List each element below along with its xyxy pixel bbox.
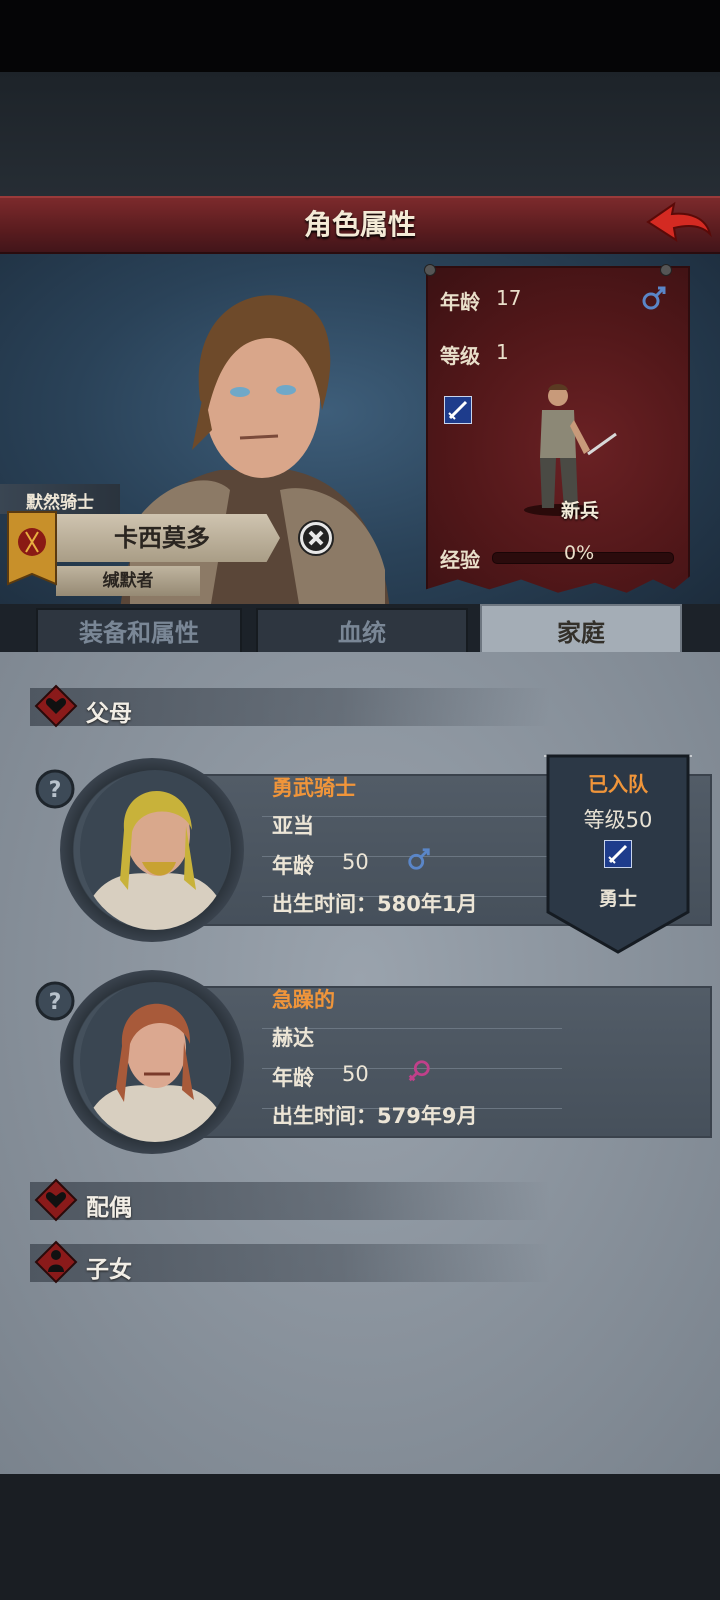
parents-label: 父母 <box>86 701 132 727</box>
mother-trait: 急躁的 <box>272 988 335 1012</box>
dismiss-button[interactable] <box>296 518 336 558</box>
mother-birth: 出生时间：579年9月 <box>272 1104 478 1128</box>
joined-class: 勇士 <box>598 888 637 910</box>
age-value: 17 <box>496 286 522 310</box>
father-age: 50 <box>342 850 369 874</box>
heart-icon <box>34 1178 78 1222</box>
father-name: 亚当 <box>272 814 314 838</box>
father-trait: 勇武骑士 <box>272 776 356 800</box>
faction-banner-icon <box>7 511 57 586</box>
level-value: 1 <box>496 340 509 364</box>
exp-label: 经验 <box>440 548 480 572</box>
character-title: 缄默者 <box>102 571 154 591</box>
spouse-label: 配偶 <box>86 1195 132 1221</box>
level-label: 等级 <box>440 344 480 368</box>
children-label: 子女 <box>86 1257 132 1283</box>
age-label: 年龄 <box>440 290 480 314</box>
tab-family[interactable]: 家庭 <box>480 604 682 658</box>
mother-age: 50 <box>342 1062 369 1086</box>
status-bar-area <box>0 0 720 72</box>
mother-age-label: 年龄 <box>272 1066 314 1090</box>
panel-bolt <box>424 264 436 276</box>
father-avatar <box>80 770 230 930</box>
father-age-label: 年龄 <box>272 854 314 878</box>
male-icon <box>408 848 430 870</box>
help-button[interactable]: ? <box>34 768 76 810</box>
father-birth: 出生时间：580年1月 <box>272 892 478 916</box>
title-bar: 角色属性 <box>0 196 720 254</box>
tab-bloodline[interactable]: 血统 <box>256 608 468 654</box>
male-icon <box>642 286 666 310</box>
sword-icon <box>444 396 472 424</box>
joined-status: 已入队 <box>588 772 648 796</box>
heart-icon <box>34 684 78 728</box>
character-name: 卡西莫多 <box>114 524 210 552</box>
svg-text:?: ? <box>49 990 62 1015</box>
mother-card[interactable]: ? 急躁的 赫达 年龄 50 出生时间：579年9月 <box>30 970 712 1154</box>
bottom-backdrop <box>0 1474 720 1600</box>
back-arrow-icon <box>646 201 712 243</box>
question-icon: ? <box>35 769 75 809</box>
sword-icon <box>604 840 632 868</box>
panel-bolt <box>660 264 672 276</box>
help-button[interactable]: ? <box>34 980 76 1022</box>
tab-equipment[interactable]: 装备和属性 <box>36 608 242 654</box>
joined-level: 等级50 <box>583 808 653 832</box>
svg-text:?: ? <box>49 778 62 803</box>
exp-value: 0% <box>564 542 595 564</box>
class-label: 新兵 <box>560 500 599 522</box>
question-icon: ? <box>35 981 75 1021</box>
top-backdrop <box>0 72 720 196</box>
female-icon <box>408 1060 430 1082</box>
back-button[interactable] <box>644 200 714 250</box>
mother-name: 赫达 <box>272 1026 314 1050</box>
mother-avatar <box>80 982 230 1142</box>
page-title: 角色属性 <box>303 208 416 241</box>
child-icon <box>34 1240 78 1284</box>
close-icon <box>298 520 334 556</box>
